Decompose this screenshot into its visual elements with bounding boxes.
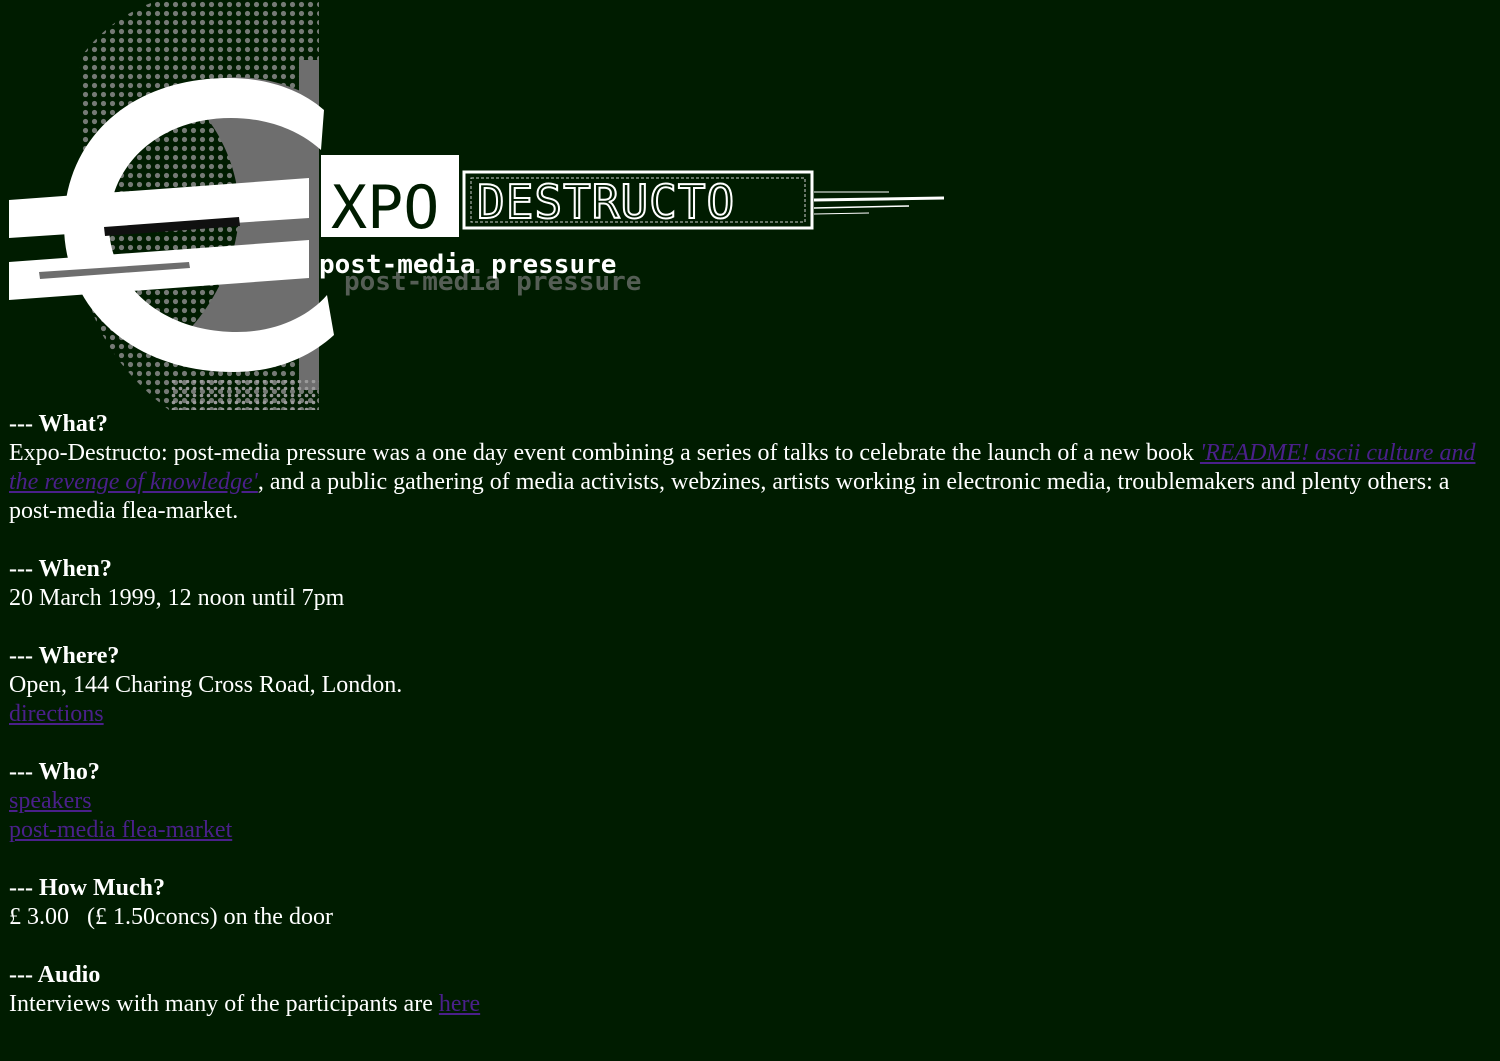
heading-who: --- Who? bbox=[9, 759, 100, 785]
when-text: 20 March 1999, 12 noon until 7pm bbox=[9, 585, 345, 611]
svg-text:XPO: XPO bbox=[331, 173, 439, 243]
section-who: --- Who? speakers post-media flea-market bbox=[9, 758, 1489, 845]
section-audio: --- Audio Interviews with many of the pa… bbox=[9, 961, 1489, 1019]
expo-destructo-logo: XPO DESTRUCTO post-media pressure post-m… bbox=[9, 0, 945, 410]
logo-destructo-block: DESTRUCTO bbox=[462, 170, 814, 230]
audio-here-link[interactable]: here bbox=[439, 991, 480, 1017]
heading-where: --- Where? bbox=[9, 643, 120, 669]
svg-text:post-media pressure: post-media pressure bbox=[319, 250, 616, 280]
logo-tagline: post-media pressure post-media pressure bbox=[319, 250, 641, 297]
event-info: --- What? Expo-Destructo: post-media pre… bbox=[9, 410, 1489, 1048]
logo-speed-lines bbox=[813, 191, 945, 215]
section-how-much: --- How Much? £ 3.00 (£ 1.50concs) on th… bbox=[9, 874, 1489, 932]
section-where: --- Where? Open, 144 Charing Cross Road,… bbox=[9, 642, 1489, 729]
svg-text:DESTRUCTO: DESTRUCTO bbox=[477, 175, 735, 229]
what-text-start: Expo-Destructo: post-media pressure was … bbox=[9, 440, 1200, 466]
heading-audio: --- Audio bbox=[9, 962, 101, 988]
heading-when: --- When? bbox=[9, 556, 112, 582]
heading-what: --- What? bbox=[9, 411, 108, 437]
logo-xpo-block: XPO bbox=[321, 155, 459, 243]
heading-how-much: --- How Much? bbox=[9, 875, 165, 901]
flea-market-link[interactable]: post-media flea-market bbox=[9, 817, 232, 843]
directions-link[interactable]: directions bbox=[9, 700, 104, 729]
audio-text: Interviews with many of the participants… bbox=[9, 991, 439, 1017]
section-when: --- When? 20 March 1999, 12 noon until 7… bbox=[9, 555, 1489, 613]
price-text: £ 3.00 (£ 1.50concs) on the door bbox=[9, 904, 333, 930]
page: XPO DESTRUCTO post-media pressure post-m… bbox=[0, 0, 1500, 1061]
speakers-link[interactable]: speakers bbox=[9, 788, 92, 814]
section-what: --- What? Expo-Destructo: post-media pre… bbox=[9, 410, 1489, 526]
where-address: Open, 144 Charing Cross Road, London. bbox=[9, 672, 403, 698]
